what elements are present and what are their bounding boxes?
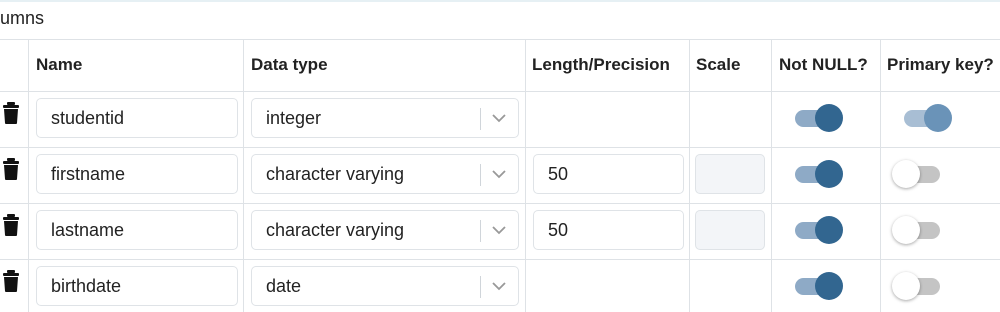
column-name-input[interactable]: studentid: [36, 98, 238, 138]
row-divider: [0, 91, 1000, 92]
col-divider: [243, 40, 244, 312]
trash-icon[interactable]: [2, 214, 20, 236]
length-precision-input[interactable]: 50: [533, 154, 684, 194]
chevron-down-icon[interactable]: [491, 167, 507, 181]
data-type-select[interactable]: integer: [251, 98, 519, 138]
primary-key-toggle[interactable]: [892, 271, 944, 301]
select-separator: [480, 276, 481, 298]
columns-grid: Name Data type Length/Precision Scale No…: [0, 39, 1000, 312]
row-divider: [0, 147, 1000, 148]
trash-icon[interactable]: [2, 270, 20, 292]
panel-top-border: [0, 0, 1000, 2]
row-divider: [0, 259, 1000, 260]
not-null-toggle[interactable]: [793, 271, 845, 301]
col-divider: [689, 40, 690, 312]
primary-key-toggle[interactable]: [902, 103, 954, 133]
header-primary-key[interactable]: Primary key?: [887, 55, 994, 75]
data-type-value: character varying: [266, 164, 405, 184]
not-null-toggle[interactable]: [793, 215, 845, 245]
data-type-value: date: [266, 276, 302, 296]
data-type-select[interactable]: character varying: [251, 210, 519, 250]
chevron-down-icon[interactable]: [491, 223, 507, 237]
header-scale[interactable]: Scale: [696, 55, 740, 75]
select-separator: [480, 220, 481, 242]
not-null-toggle[interactable]: [793, 159, 845, 189]
primary-key-toggle[interactable]: [892, 215, 944, 245]
trash-icon[interactable]: [2, 102, 20, 124]
section-title: umns: [0, 8, 45, 28]
column-name-input[interactable]: lastname: [36, 210, 238, 250]
chevron-down-icon[interactable]: [491, 111, 507, 125]
column-name-input[interactable]: firstname: [36, 154, 238, 194]
data-type-select[interactable]: date: [251, 266, 519, 306]
col-divider: [771, 40, 772, 312]
primary-key-toggle[interactable]: [892, 159, 944, 189]
column-name-input[interactable]: birthdate: [36, 266, 238, 306]
trash-icon[interactable]: [2, 158, 20, 180]
data-type-value: character varying: [266, 220, 405, 240]
header-data-type[interactable]: Data type: [251, 55, 328, 75]
data-type-select[interactable]: character varying: [251, 154, 519, 194]
chevron-down-icon[interactable]: [491, 279, 507, 293]
data-type-value: integer: [266, 108, 322, 128]
col-divider: [28, 40, 29, 312]
length-precision-input[interactable]: 50: [533, 210, 684, 250]
header-length-precision[interactable]: Length/Precision: [532, 55, 670, 75]
scale-input[interactable]: [695, 210, 765, 250]
col-divider: [880, 40, 881, 312]
col-divider: [525, 40, 526, 312]
not-null-toggle[interactable]: [793, 103, 845, 133]
header-not-null[interactable]: Not NULL?: [779, 55, 868, 75]
header-name[interactable]: Name: [36, 55, 82, 75]
select-separator: [480, 164, 481, 186]
select-separator: [480, 108, 481, 130]
row-divider: [0, 203, 1000, 204]
scale-input[interactable]: [695, 154, 765, 194]
